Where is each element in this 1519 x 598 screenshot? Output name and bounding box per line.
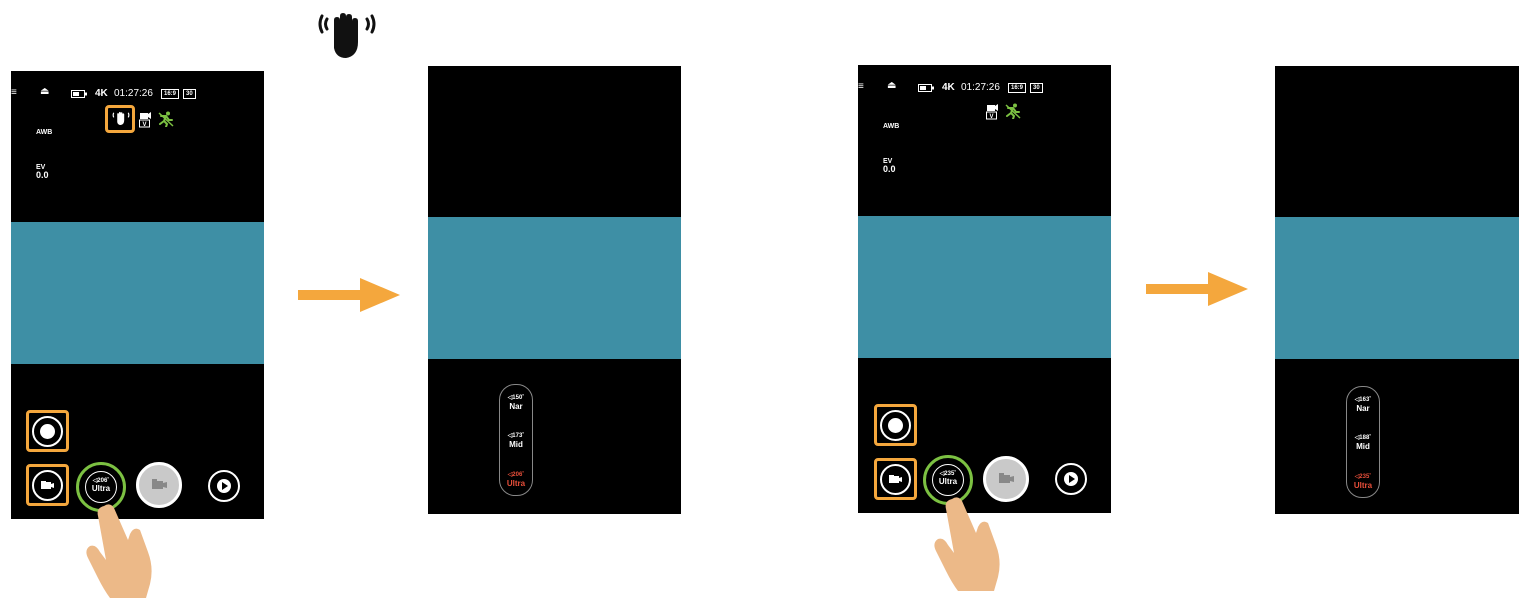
fov-option-mid[interactable]: ◁188˚ Mid bbox=[1347, 434, 1379, 452]
ev-value[interactable]: 0.0 bbox=[883, 165, 896, 174]
hand-pointer-icon bbox=[86, 504, 152, 598]
time-label: 01:27:26 bbox=[114, 88, 153, 99]
menu-icon[interactable]: ≡ bbox=[11, 87, 17, 98]
resolution-label: 4K bbox=[942, 82, 955, 93]
camera-screen-right-1: ≡ ⏏ 4K 01:27:26 16:9 30 V AWB EV 0.0 ◁23… bbox=[858, 65, 1111, 513]
battery-icon bbox=[918, 84, 934, 92]
preview-band bbox=[1275, 217, 1519, 359]
video-camera-icon[interactable] bbox=[880, 464, 911, 495]
lens-name: Ultra bbox=[91, 484, 111, 493]
fov-option-nar[interactable]: ◁163˚ Nar bbox=[1347, 396, 1379, 414]
runner-icon bbox=[1005, 103, 1021, 119]
svg-text:V: V bbox=[142, 122, 146, 128]
hand-pointer-icon bbox=[934, 497, 1000, 591]
preview-band bbox=[428, 217, 681, 359]
fov-option-mid[interactable]: ◁173˚ Mid bbox=[500, 432, 532, 450]
fov-option-ultra[interactable]: ◁235˚ Ultra bbox=[1347, 473, 1379, 491]
eject-icon[interactable]: ⏏ bbox=[40, 86, 49, 97]
shutter-icon[interactable] bbox=[32, 416, 63, 447]
fov-option-nar[interactable]: ◁150˚ Nar bbox=[500, 394, 532, 412]
camera-screen-left-1: ≡ ⏏ 4K 01:27:26 16:9 30 V AWB EV 0.0 ◁20… bbox=[11, 71, 264, 519]
video-camera-icon[interactable] bbox=[32, 470, 63, 501]
awb-label[interactable]: AWB bbox=[36, 129, 52, 136]
time-label: 01:27:26 bbox=[961, 82, 1000, 93]
ratio-badge: 16:9 bbox=[1008, 83, 1027, 93]
ratio-badge: 16:9 bbox=[161, 89, 180, 99]
runner-icon bbox=[158, 111, 174, 127]
svg-text:V: V bbox=[989, 114, 993, 120]
fps-badge: 30 bbox=[183, 89, 196, 99]
hand-wave-icon bbox=[318, 13, 376, 58]
fov-selector: ◁150˚ Nar ◁173˚ Mid ◁206˚ Ultra bbox=[499, 384, 533, 496]
camera-screen-left-2: ◁150˚ Nar ◁173˚ Mid ◁206˚ Ultra bbox=[428, 66, 681, 514]
awb-label[interactable]: AWB bbox=[883, 123, 899, 130]
preview-band bbox=[858, 216, 1111, 358]
shutter-icon[interactable] bbox=[880, 410, 911, 441]
menu-icon[interactable]: ≡ bbox=[858, 81, 864, 92]
fov-selector: ◁163˚ Nar ◁188˚ Mid ◁235˚ Ultra bbox=[1346, 386, 1380, 498]
fps-badge: 30 bbox=[1030, 83, 1043, 93]
status-bar: ≡ ⏏ 4K 01:27:26 16:9 30 bbox=[11, 86, 264, 101]
preview-band bbox=[11, 222, 264, 364]
lens-name: Ultra bbox=[938, 477, 958, 486]
stabilization-icon[interactable] bbox=[112, 110, 130, 126]
status-bar: ≡ ⏏ 4K 01:27:26 16:9 30 bbox=[858, 80, 1111, 95]
ev-value[interactable]: 0.0 bbox=[36, 171, 49, 180]
arrow-right-icon bbox=[298, 278, 400, 312]
camera-screen-right-2: ◁163˚ Nar ◁188˚ Mid ◁235˚ Ultra bbox=[1275, 66, 1519, 514]
battery-icon bbox=[71, 90, 87, 98]
play-icon[interactable] bbox=[1055, 463, 1087, 495]
eject-icon[interactable]: ⏏ bbox=[887, 80, 896, 91]
resolution-label: 4K bbox=[95, 88, 108, 99]
video-mode-icon: V bbox=[139, 112, 151, 128]
fov-option-ultra[interactable]: ◁206˚ Ultra bbox=[500, 471, 532, 489]
play-icon[interactable] bbox=[208, 470, 240, 502]
video-mode-icon: V bbox=[986, 104, 998, 120]
arrow-right-icon bbox=[1146, 272, 1248, 306]
